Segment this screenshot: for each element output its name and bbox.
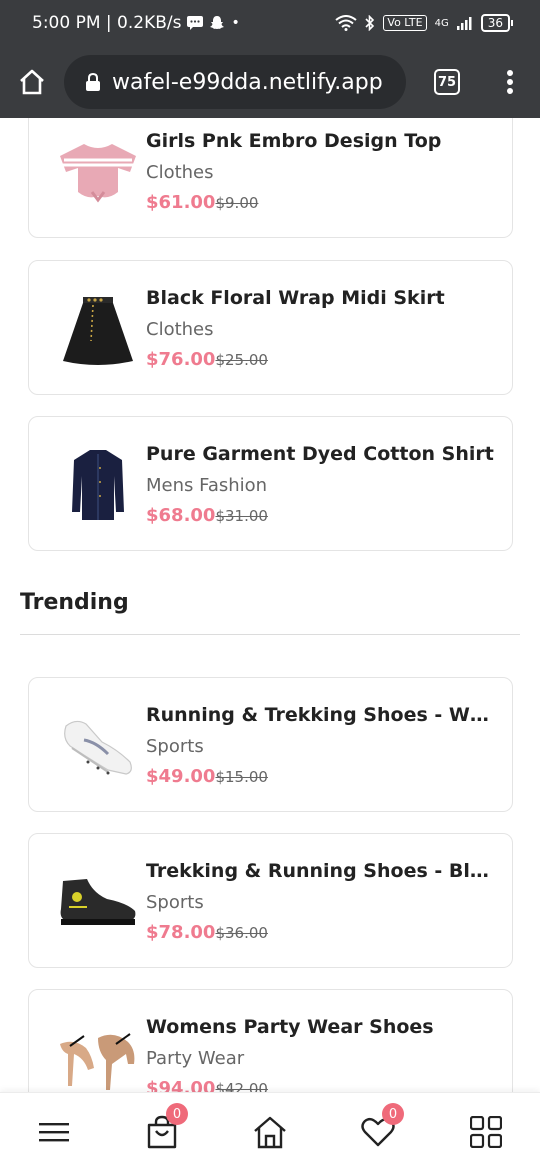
black-skirt-image [53, 285, 143, 375]
status-dot: • [231, 15, 240, 31]
product-price: $68.00 [146, 505, 216, 526]
nav-wishlist-button[interactable]: 0 [348, 1103, 408, 1157]
home-icon [254, 1116, 286, 1149]
more-vert-icon [507, 70, 513, 94]
product-prices: $61.00 $9.00 [146, 192, 258, 213]
volte-badge: Vo LTE [383, 15, 427, 31]
home-icon [20, 69, 44, 95]
product-prices: $78.00 $36.00 [146, 922, 268, 943]
product-name[interactable]: Pure Garment Dyed Cotton Shirt [146, 443, 496, 465]
lock-icon [86, 73, 100, 91]
product-price: $78.00 [146, 922, 216, 943]
nav-categories-button[interactable] [456, 1107, 516, 1157]
product-card[interactable]: Running & Trekking Shoes - Wh... Sports … [28, 677, 513, 812]
product-name[interactable]: Womens Party Wear Shoes [146, 1016, 496, 1038]
black-shoe-image [53, 858, 143, 948]
product-name[interactable]: Black Floral Wrap Midi Skirt [146, 287, 496, 309]
status-left: 5:00 PM | 0.2KB/s • [32, 13, 240, 33]
section-divider [20, 634, 520, 635]
browser-toolbar: wafel-e99dda.netlify.app 75 [0, 46, 540, 118]
product-category: Clothes [146, 319, 214, 340]
pink-top-image [53, 128, 143, 218]
product-prices: $49.00 $15.00 [146, 766, 268, 787]
network-label: 4G [434, 17, 449, 29]
product-prices: $68.00 $31.00 [146, 505, 268, 526]
page-content[interactable]: Girls Pnk Embro Design Top Clothes $61.0… [0, 118, 540, 1092]
product-card[interactable]: Pure Garment Dyed Cotton Shirt Mens Fash… [28, 416, 513, 551]
product-old-price: $9.00 [215, 194, 259, 212]
tab-switcher-button[interactable]: 75 [414, 46, 480, 118]
product-old-price: $15.00 [215, 768, 268, 786]
status-bar: 5:00 PM | 0.2KB/s • Vo LTE 4G 36 [0, 0, 540, 46]
product-category: Sports [146, 736, 204, 757]
product-card[interactable]: Black Floral Wrap Midi Skirt Clothes $76… [28, 260, 513, 395]
bluetooth-icon [365, 15, 375, 31]
address-bar[interactable]: wafel-e99dda.netlify.app [64, 55, 406, 109]
status-right: Vo LTE 4G 36 [335, 14, 514, 32]
product-category: Party Wear [146, 1048, 245, 1069]
battery-indicator: 36 [480, 14, 514, 32]
nav-home-button[interactable] [240, 1107, 300, 1157]
product-card[interactable]: Girls Pnk Embro Design Top Clothes $61.0… [28, 118, 513, 238]
product-category: Sports [146, 892, 204, 913]
signal-icon [456, 17, 472, 30]
product-old-price: $25.00 [215, 351, 268, 369]
product-prices: $76.00 $25.00 [146, 349, 268, 370]
white-shoe-image [53, 702, 143, 792]
heels-image [53, 1014, 143, 1092]
product-price: $49.00 [146, 766, 216, 787]
snapchat-icon [210, 16, 225, 29]
product-old-price: $36.00 [215, 924, 268, 942]
status-time: 5:00 PM | 0.2KB/s [32, 13, 182, 33]
nav-cart-button[interactable]: 0 [132, 1103, 192, 1157]
product-card[interactable]: Trekking & Running Shoes - Bla... Sports… [28, 833, 513, 968]
product-name[interactable]: Girls Pnk Embro Design Top [146, 130, 496, 152]
product-prices: $94.00 $42.00 [146, 1078, 268, 1092]
navy-shirt-image [53, 441, 143, 531]
tab-count: 75 [434, 69, 460, 95]
product-old-price: $31.00 [215, 507, 268, 525]
bottom-navigation: 0 0 [0, 1092, 540, 1170]
cart-count-badge: 0 [166, 1103, 188, 1125]
product-category: Clothes [146, 162, 214, 183]
wifi-icon [335, 15, 358, 31]
section-title-trending: Trending [20, 590, 129, 615]
wishlist-count-badge: 0 [382, 1103, 404, 1125]
product-price: $61.00 [146, 192, 216, 213]
product-old-price: $42.00 [215, 1080, 268, 1092]
grid-icon [470, 1116, 502, 1148]
product-name[interactable]: Running & Trekking Shoes - Wh... [146, 704, 496, 726]
browser-menu-button[interactable] [480, 46, 540, 118]
browser-home-button[interactable] [0, 46, 64, 118]
product-card[interactable]: Womens Party Wear Shoes Party Wear $94.0… [28, 989, 513, 1092]
nav-menu-button[interactable] [24, 1107, 84, 1157]
product-name[interactable]: Trekking & Running Shoes - Bla... [146, 860, 496, 882]
product-price: $94.00 [146, 1078, 216, 1092]
product-price: $76.00 [146, 349, 216, 370]
product-category: Mens Fashion [146, 475, 268, 496]
message-icon [187, 16, 204, 30]
hamburger-icon [39, 1123, 69, 1142]
url-text: wafel-e99dda.netlify.app [112, 69, 383, 95]
